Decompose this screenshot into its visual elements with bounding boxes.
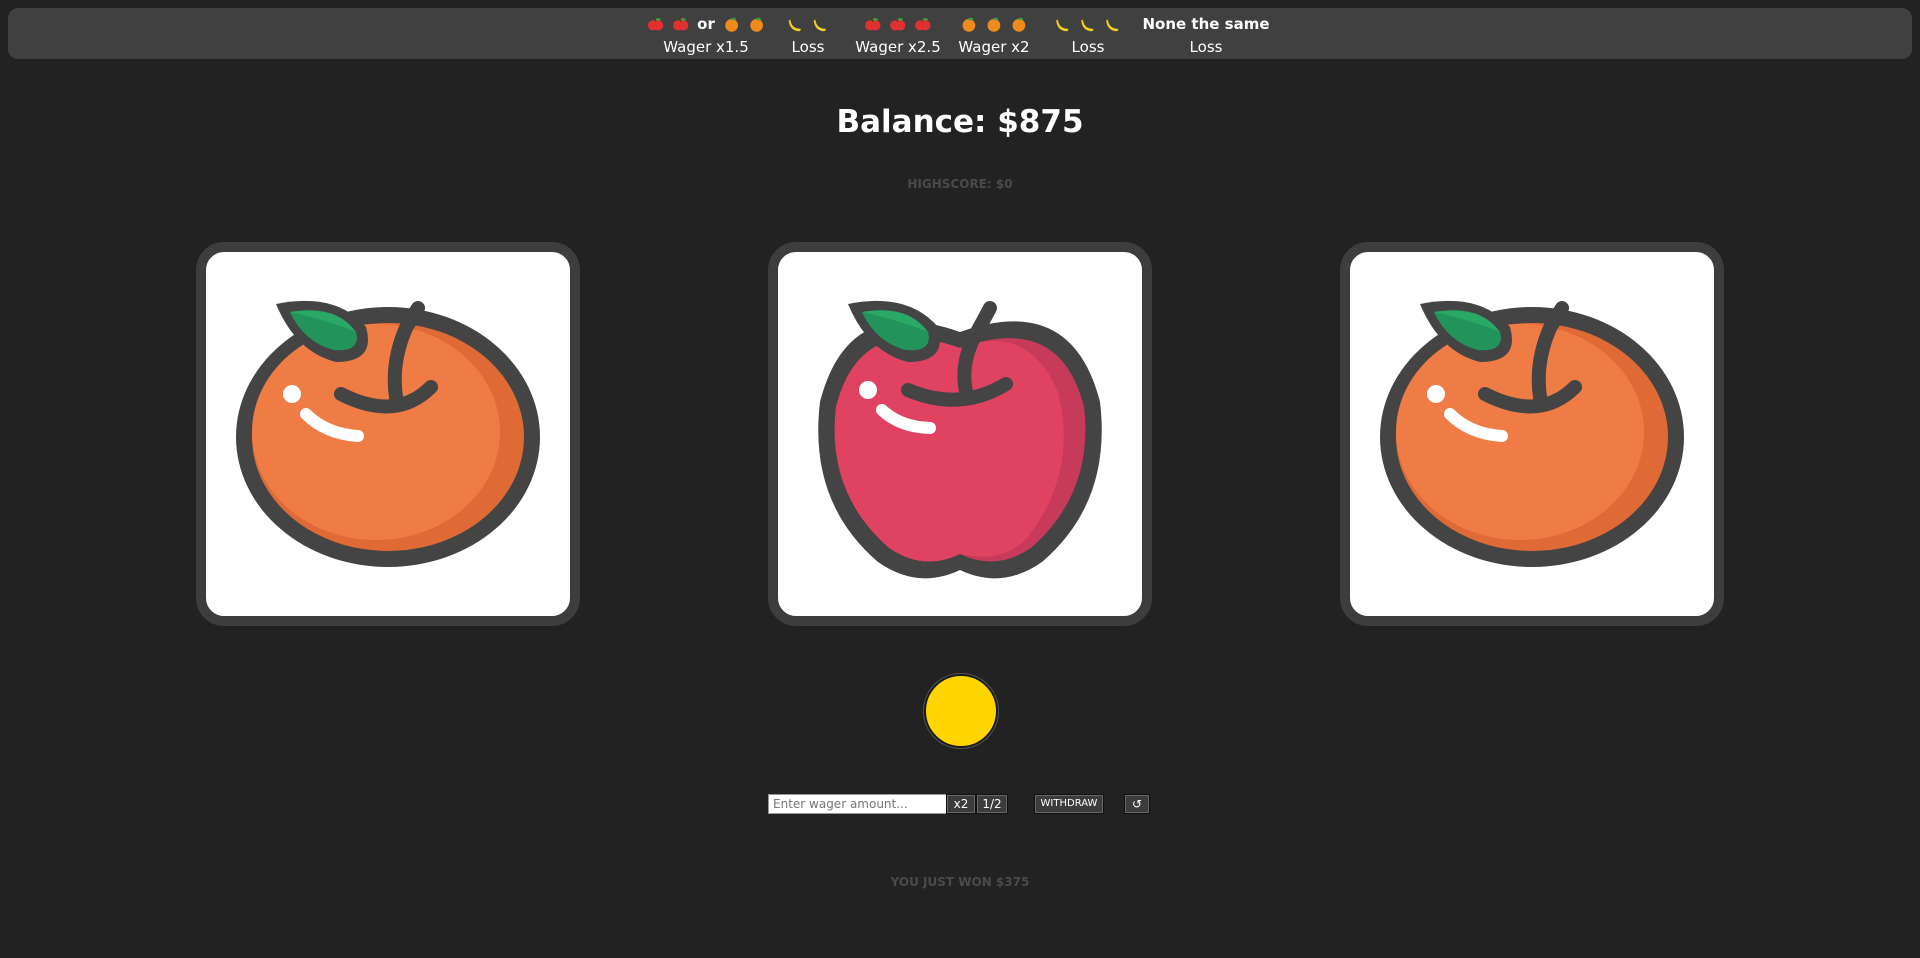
orange-icon <box>1010 16 1027 33</box>
apple-icon <box>889 16 906 33</box>
or-text: or <box>697 15 715 33</box>
paytable-column-apples-or-oranges: or Wager x1.5 <box>647 12 765 58</box>
paytable-label: Wager x2 <box>958 38 1030 56</box>
paytable-label: Loss <box>791 38 825 56</box>
paytable-column-three-oranges: Wager x2 <box>958 12 1030 58</box>
spin-button[interactable] <box>924 674 998 748</box>
orange-icon <box>748 16 765 33</box>
reel-2 <box>768 242 1152 626</box>
paytable-column-two-bananas: Loss <box>787 12 829 58</box>
paytable-label: Loss <box>1071 38 1105 56</box>
balance-display: Balance: $875 <box>836 104 1084 140</box>
orange-icon <box>1380 300 1684 567</box>
banana-icon <box>1105 16 1122 33</box>
paytable-column-three-bananas: Loss <box>1055 12 1122 58</box>
reset-button[interactable]: ↺ <box>1124 794 1150 814</box>
double-wager-button[interactable]: x2 <box>946 794 976 814</box>
orange-icon <box>236 300 540 567</box>
banana-icon <box>787 16 804 33</box>
apple-icon <box>647 16 664 33</box>
paytable-label: Wager x1.5 <box>663 38 749 56</box>
paytable-column-none-same: None the same Loss <box>1142 12 1269 58</box>
paytable-column-three-apples: Wager x2.5 <box>855 12 941 58</box>
apple-icon <box>914 16 931 33</box>
paytable-label: Loss <box>1189 38 1223 56</box>
apple-icon <box>672 16 689 33</box>
wager-input[interactable] <box>768 794 950 814</box>
orange-icon <box>985 16 1002 33</box>
paytable: or Wager x1.5 Loss Wager x2.5 Wager x2 L… <box>8 8 1912 59</box>
reel-1 <box>196 242 580 626</box>
withdraw-button[interactable]: WITHDRAW <box>1034 794 1104 814</box>
banana-icon <box>1080 16 1097 33</box>
apple-icon <box>864 16 881 33</box>
paytable-label: Wager x2.5 <box>855 38 941 56</box>
orange-icon <box>960 16 977 33</box>
highscore-display: HIGHSCORE: $0 <box>907 177 1013 191</box>
orange-icon <box>723 16 740 33</box>
none-same-text: None the same <box>1142 15 1270 33</box>
reel-3 <box>1340 242 1724 626</box>
half-wager-button[interactable]: 1/2 <box>976 794 1008 814</box>
result-message: YOU JUST WON $375 <box>890 875 1030 889</box>
banana-icon <box>812 16 829 33</box>
banana-icon <box>1055 16 1072 33</box>
apple-icon <box>818 300 1102 579</box>
